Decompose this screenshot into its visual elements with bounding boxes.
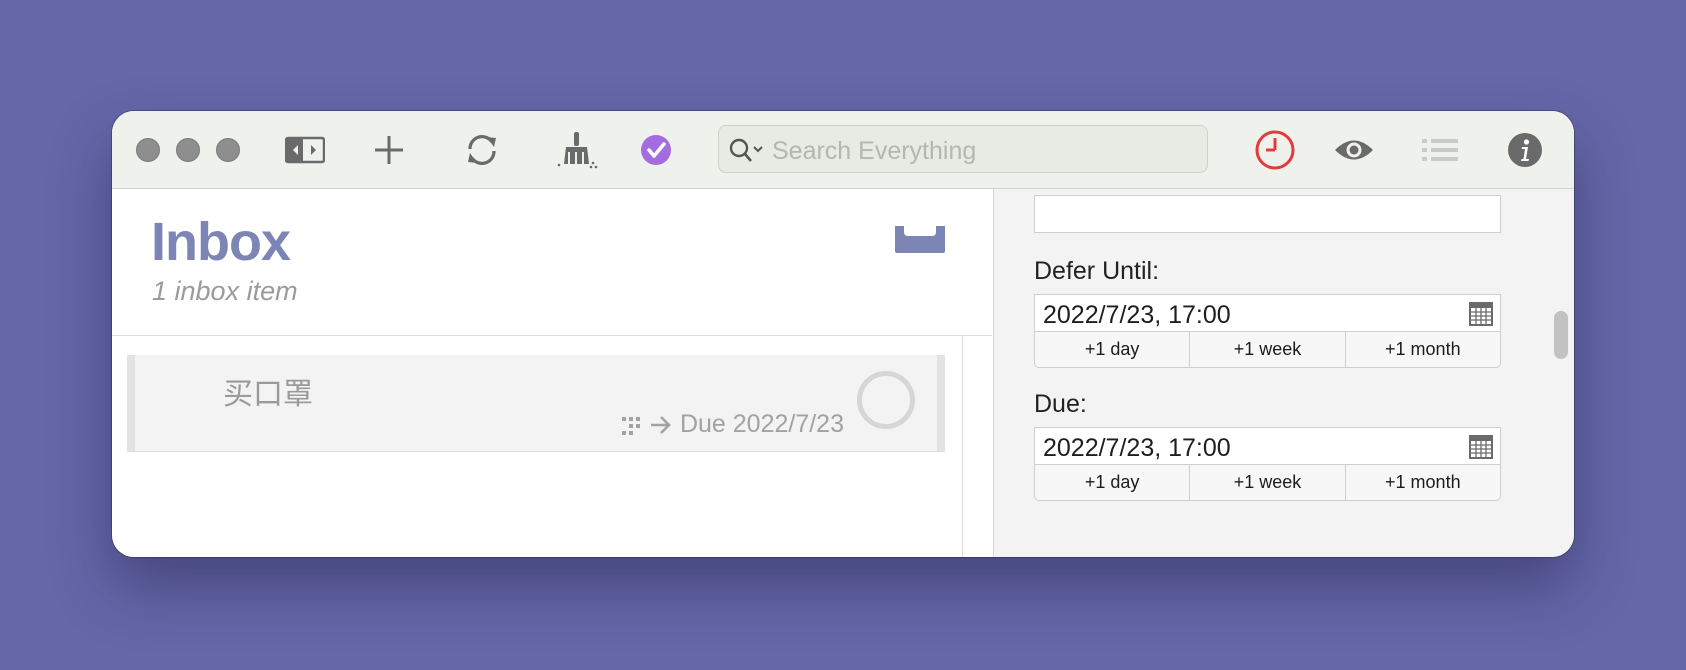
inspector-button[interactable] — [1505, 129, 1545, 171]
list-item[interactable]: 买口罩 Due 2022/7/23 — [127, 355, 945, 452]
search-field[interactable]: Search Everything — [718, 125, 1208, 173]
defer-quick-buttons: +1 day +1 week +1 month — [1034, 331, 1501, 368]
item-title[interactable]: 买口罩 — [223, 369, 313, 413]
inbox-tray-icon — [893, 224, 947, 259]
due-quick-buttons: +1 day +1 week +1 month — [1034, 464, 1501, 501]
due-date-text: Due 2022/7/23 — [679, 410, 844, 438]
forecast-button[interactable] — [1253, 129, 1297, 171]
forecast-clock-icon — [1255, 130, 1295, 170]
view-options-button[interactable] — [1332, 129, 1376, 171]
inspector-pane: Defer Until: 2022/7/23, 17:00 +1 day +1 … — [993, 189, 1574, 557]
sync-button[interactable] — [461, 129, 503, 171]
minimize-window-button[interactable] — [176, 138, 200, 162]
broom-icon — [557, 132, 598, 169]
sync-icon — [468, 135, 496, 165]
defer-plus-day-button[interactable]: +1 day — [1035, 332, 1191, 367]
defer-date-field[interactable]: 2022/7/23, 17:00 — [1034, 294, 1501, 332]
eye-icon — [1335, 140, 1373, 160]
calendar-icon[interactable] — [1468, 434, 1494, 460]
check-circle-icon — [641, 135, 671, 165]
complete-checkbox[interactable] — [857, 371, 915, 429]
outline-view-button[interactable] — [1418, 129, 1462, 171]
plus-icon — [375, 136, 403, 164]
arrow-right-icon — [650, 415, 671, 434]
sidebar-toggle-button[interactable] — [284, 129, 326, 171]
row-edge — [127, 355, 135, 451]
toolbar: Search Everything — [112, 111, 1574, 189]
clean-up-button[interactable] — [554, 129, 600, 171]
divider — [112, 335, 992, 336]
complete-button[interactable] — [636, 129, 676, 171]
due-date-value[interactable]: 2022/7/23, 17:00 — [1043, 434, 1231, 463]
due-plus-week-button[interactable]: +1 week — [1190, 465, 1346, 500]
row-edge — [937, 355, 945, 451]
inspector-text-field[interactable] — [1034, 195, 1501, 233]
outline-pane: Inbox 1 inbox item 买口罩 Due 2022/7/23 — [112, 189, 992, 557]
search-icon — [729, 138, 763, 162]
info-icon — [1508, 133, 1542, 167]
due-plus-month-button[interactable]: +1 month — [1346, 465, 1500, 500]
due-date-field[interactable]: 2022/7/23, 17:00 — [1034, 427, 1501, 465]
app-window: Search Everything Inbox 1 inbox item 买口罩… — [112, 111, 1574, 557]
drop-icon — [621, 416, 640, 435]
defer-plus-month-button[interactable]: +1 month — [1346, 332, 1500, 367]
add-button[interactable] — [368, 129, 410, 171]
due-plus-day-button[interactable]: +1 day — [1035, 465, 1191, 500]
page-title: Inbox — [151, 212, 291, 272]
scrollbar-thumb[interactable] — [1554, 311, 1568, 359]
list-icon — [1422, 139, 1458, 161]
close-window-button[interactable] — [136, 138, 160, 162]
divider — [962, 336, 963, 557]
search-placeholder: Search Everything — [772, 137, 977, 165]
defer-date-value[interactable]: 2022/7/23, 17:00 — [1043, 301, 1231, 330]
defer-plus-week-button[interactable]: +1 week — [1190, 332, 1346, 367]
item-due: Due 2022/7/23 — [620, 410, 844, 439]
calendar-icon[interactable] — [1468, 301, 1494, 327]
zoom-window-button[interactable] — [216, 138, 240, 162]
inbox-count: 1 inbox item — [152, 276, 298, 306]
defer-until-label: Defer Until: — [1034, 257, 1160, 285]
due-label: Due: — [1034, 390, 1087, 418]
sidebar-toggle-icon — [285, 136, 325, 164]
